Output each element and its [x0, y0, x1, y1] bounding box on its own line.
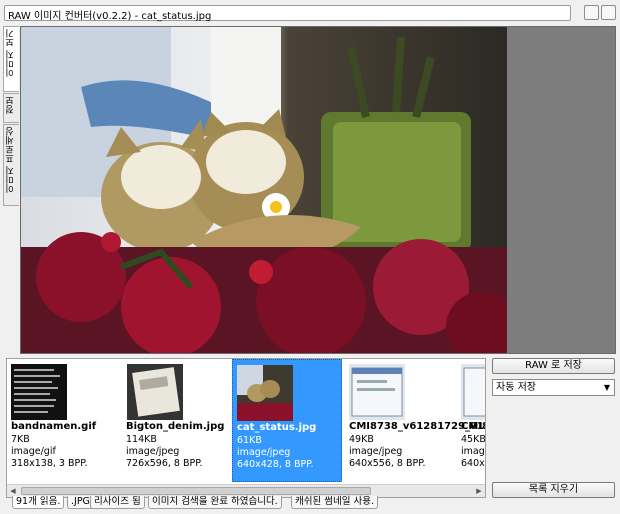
image-viewer[interactable]: [20, 26, 616, 354]
thumbnail-type: image/gif: [11, 446, 56, 457]
thumbnail-filename: CMI87: [461, 421, 485, 432]
thumbnail-item-selected[interactable]: cat_status.jpg 61KB image/jpeg 640x428, …: [232, 359, 342, 482]
minimize-button[interactable]: [584, 5, 599, 20]
thumbnail-dims: 726x596, 8 BPP.: [126, 458, 203, 469]
thumbnail-size: 7KB: [11, 434, 30, 445]
auto-save-value: 자동 저장: [496, 382, 536, 393]
thumbnail-size: 45KB: [461, 434, 485, 445]
thumbnail-filename: cat_status.jpg: [237, 422, 317, 433]
thumbnail-dims: 640x556, 8 BPP.: [349, 458, 426, 469]
status-tab-cache[interactable]: 캐쉬된 썸네일 사용.: [291, 496, 378, 509]
thumbnail-dims: 640x428, 8 BPP.: [237, 459, 314, 470]
thumbnail-filename: bandnamen.gif: [11, 421, 97, 432]
thumbnail-item[interactable]: CMI8738_v61281729_01 49KB image/jpeg 640…: [345, 359, 484, 482]
save-raw-button[interactable]: RAW 로 저장: [492, 358, 615, 374]
close-button[interactable]: [601, 5, 616, 20]
title-bar: RAW 이미지 컨버터(v0.2.2) - cat_status.jpg: [4, 5, 571, 22]
thumbnail-type: image/jpeg: [237, 447, 291, 458]
tab-image-processing[interactable]: 이미지 프로세싱: [3, 124, 19, 206]
cat-photo-image: [21, 27, 507, 353]
tab-info[interactable]: 정보: [3, 93, 19, 123]
thumbnail-size: 114KB: [126, 434, 157, 445]
side-tabs: 이미지 보기 정보 이미지 프로세싱: [3, 26, 20, 207]
thumbnail-type: image/jpeg: [349, 446, 403, 457]
thumbnail-item[interactable]: Bigton_denim.jpg 114KB image/jpeg 726x59…: [122, 359, 232, 482]
thumbnail-image: [127, 364, 183, 420]
thumbnail-image: [461, 364, 485, 420]
status-tab-search[interactable]: 이미지 검색을 완료 하였습니다.: [148, 496, 282, 509]
thumbnail-type: image/: [461, 446, 485, 457]
preview-photo: [21, 27, 507, 353]
thumbnail-item[interactable]: bandnamen.gif 7KB image/gif 318x138, 3 B…: [7, 359, 117, 482]
thumbnail-filename: Bigton_denim.jpg: [126, 421, 225, 432]
auto-save-select[interactable]: 자동 저장 ▼: [492, 379, 615, 396]
chevron-down-icon: ▼: [603, 383, 610, 392]
status-tab-count[interactable]: 91개 읽음.: [12, 496, 65, 509]
thumbnail-item[interactable]: CMI87 45KB image/ 640x55: [457, 359, 485, 482]
clear-list-button[interactable]: 목록 지우기: [492, 482, 615, 498]
thumbnail-type: image/jpeg: [126, 446, 180, 457]
thumbnail-list[interactable]: bandnamen.gif 7KB image/gif 318x138, 3 B…: [6, 358, 486, 498]
tab-image-view[interactable]: 이미지 보기: [3, 26, 19, 92]
scrollbar-thumb[interactable]: [21, 487, 371, 495]
thumbnail-size: 49KB: [349, 434, 374, 445]
status-tab-resize[interactable]: 리사이즈 됨: [90, 496, 145, 509]
thumbnail-image: [349, 364, 405, 420]
thumbnail-size: 61KB: [237, 435, 262, 446]
window-title: RAW 이미지 컨버터(v0.2.2) - cat_status.jpg: [8, 11, 212, 22]
thumbnail-image: [237, 365, 293, 421]
thumbnail-dims: 640x55: [461, 458, 485, 469]
thumbnail-dims: 318x138, 3 BPP.: [11, 458, 88, 469]
scroll-right-icon[interactable]: ▶: [473, 485, 485, 497]
thumbnail-image: [11, 364, 67, 420]
